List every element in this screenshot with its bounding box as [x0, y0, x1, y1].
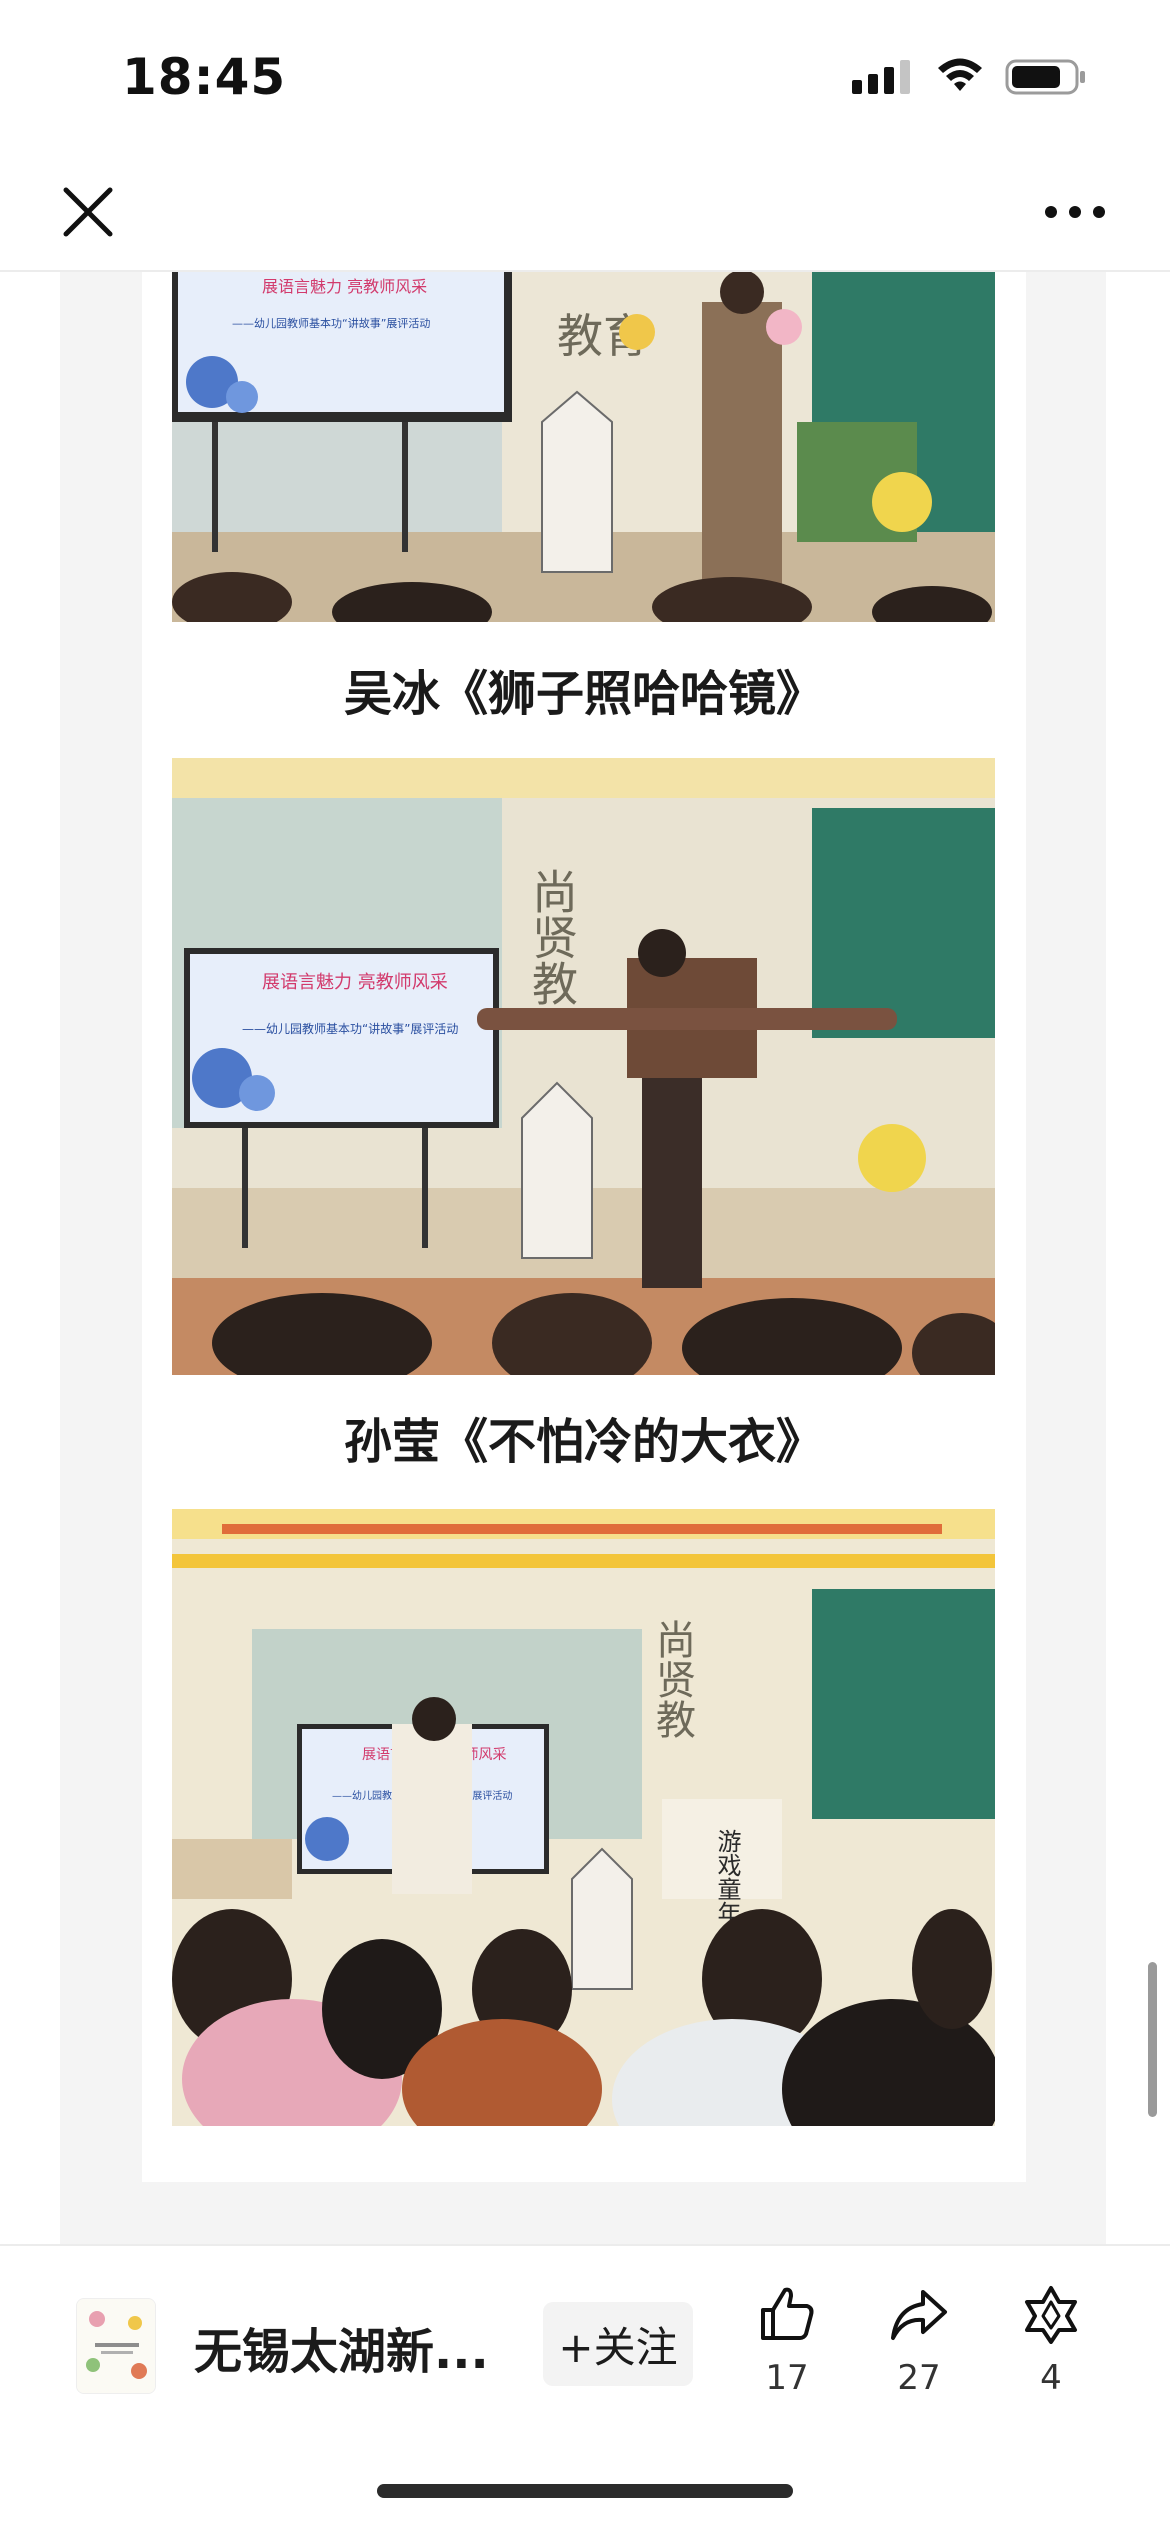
- more-icon: [1045, 206, 1105, 218]
- photo-caption-1: 吴冰《狮子照哈哈镜》: [343, 666, 824, 722]
- more-button[interactable]: [1030, 180, 1120, 244]
- scroll-indicator[interactable]: [1148, 1962, 1157, 2117]
- bottom-action-bar: 无锡太湖新... +关注 17 27 4: [0, 2244, 1170, 2532]
- home-indicator[interactable]: [377, 2484, 793, 2498]
- share-arrow-icon: [891, 2290, 947, 2340]
- account-name[interactable]: 无锡太湖新...: [194, 2312, 494, 2382]
- thumbs-up-icon: [761, 2287, 814, 2340]
- close-icon: [63, 187, 113, 237]
- wall-text-3: 尚贤教: [649, 1619, 695, 1739]
- share-count: 27: [897, 2358, 941, 2398]
- screen-title-1: 展语言魅力 亮教师风采: [262, 277, 427, 296]
- wifi-icon: [938, 58, 982, 91]
- status-time: 18:45: [122, 48, 287, 106]
- wow-button[interactable]: 4: [1006, 2284, 1096, 2398]
- screen-title-2: 展语言魅力 亮教师风采: [262, 972, 448, 993]
- sign-text-3: 游戏童年: [713, 1829, 741, 1925]
- like-button[interactable]: 17: [742, 2284, 832, 2398]
- photo-caption-2: 孙莹《不怕冷的大衣》: [343, 1414, 824, 1470]
- storytelling-photo-3[interactable]: 展语言魅力 亮教师风采 ——幼儿园教师基本功“讲故事”展评活动 尚贤教 游戏童年: [172, 1509, 995, 2126]
- wall-text-2: 尚贤教: [525, 868, 579, 1006]
- status-bar: 18:45: [0, 0, 1170, 150]
- share-button[interactable]: 27: [874, 2284, 964, 2398]
- close-button[interactable]: [50, 174, 126, 250]
- like-count: 17: [765, 2358, 809, 2398]
- follow-button[interactable]: +关注: [543, 2302, 693, 2386]
- article-content[interactable]: 展语言魅力 亮教师风采 ——幼儿园教师基本功“讲故事”展评活动 教育 吴冰《狮子…: [0, 272, 1170, 2244]
- wow-star-icon: [1025, 2286, 1077, 2344]
- screen-subtitle-1: ——幼儿园教师基本功“讲故事”展评活动: [232, 316, 430, 330]
- battery-icon: [1005, 59, 1085, 95]
- account-avatar[interactable]: [76, 2298, 156, 2394]
- cellular-signal-icon: [852, 60, 910, 94]
- screen-subtitle-2: ——幼儿园教师基本功“讲故事”展评活动: [242, 1021, 458, 1036]
- wow-count: 4: [1040, 2358, 1062, 2398]
- storytelling-photo-1[interactable]: 展语言魅力 亮教师风采 ——幼儿园教师基本功“讲故事”展评活动 教育: [172, 272, 995, 622]
- storytelling-photo-2[interactable]: 展语言魅力 亮教师风采 ——幼儿园教师基本功“讲故事”展评活动 尚贤教: [172, 758, 995, 1375]
- nav-bar: [0, 150, 1170, 272]
